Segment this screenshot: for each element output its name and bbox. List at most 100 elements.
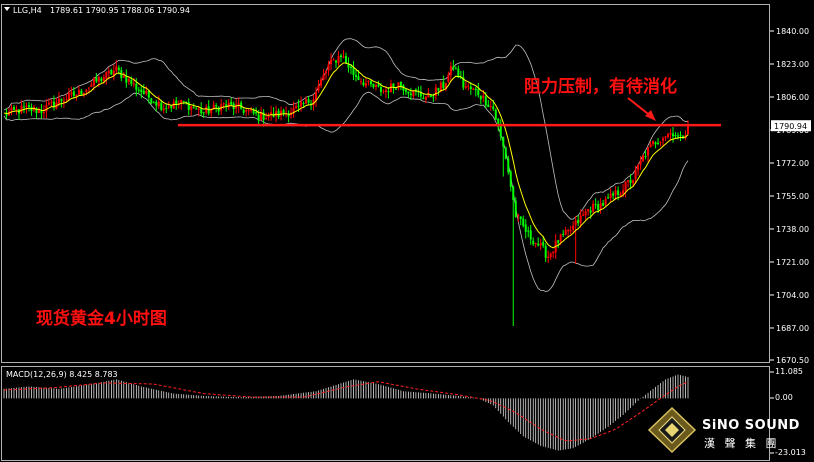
candle [207, 100, 210, 116]
candle [509, 169, 512, 192]
candle [519, 216, 522, 226]
candle [162, 103, 165, 114]
macd-scale-zero: 0.00 [775, 393, 793, 402]
candle [265, 112, 268, 120]
candle [489, 100, 492, 111]
candle [232, 101, 235, 116]
annotation-arrow [627, 97, 656, 121]
candle [412, 90, 415, 99]
price-tick-label: 1704.00 [776, 291, 809, 300]
candle [352, 61, 355, 81]
candle [317, 79, 320, 93]
candle [325, 69, 328, 80]
candle [320, 77, 323, 89]
candle [340, 53, 343, 63]
candle [110, 68, 113, 75]
lower-band [3, 91, 689, 293]
candle [442, 75, 445, 90]
candle [534, 242, 537, 248]
candle [679, 131, 682, 142]
candle [572, 221, 575, 234]
candle [282, 108, 285, 117]
candle [629, 174, 632, 190]
candle [322, 68, 325, 81]
candle [687, 120, 689, 135]
candle [612, 191, 615, 200]
candle [464, 81, 467, 90]
candle [447, 71, 450, 84]
candle [527, 226, 530, 238]
candle [587, 208, 590, 216]
candle [494, 108, 497, 120]
candle [609, 188, 612, 202]
candle [267, 112, 270, 121]
candle [364, 77, 367, 89]
chart-header: LLG,H4 1789.61 1790.95 1788.06 1790.94 [4, 6, 190, 15]
candle [422, 94, 425, 100]
candle [217, 106, 220, 116]
candle [664, 135, 667, 141]
candle [307, 96, 310, 106]
candle [454, 66, 457, 70]
candle [477, 82, 480, 98]
candle [225, 99, 228, 112]
candle [654, 141, 657, 149]
candle [260, 107, 263, 121]
candle [90, 81, 93, 88]
candle [382, 89, 385, 94]
candle [549, 252, 552, 260]
candle [157, 95, 160, 109]
candle [602, 199, 605, 207]
candle [684, 130, 687, 141]
candle [514, 197, 517, 218]
candle [190, 105, 193, 116]
price-tick-label: 1806.00 [776, 93, 809, 102]
candle [557, 239, 560, 249]
candle [27, 101, 30, 112]
candle [389, 79, 392, 93]
candle [652, 140, 655, 147]
candle [80, 88, 83, 96]
candle [227, 99, 230, 111]
candle [7, 107, 10, 117]
candle [287, 110, 290, 123]
candle [619, 191, 622, 197]
candle [200, 102, 203, 117]
candle [659, 141, 662, 147]
candle [252, 107, 255, 116]
candle [479, 95, 482, 105]
candle [562, 229, 565, 238]
candle [472, 87, 475, 91]
candle [462, 70, 465, 91]
macd-plot-frame [1, 366, 770, 461]
macd-scale-top: 11.085 [775, 367, 803, 376]
candle [507, 155, 510, 175]
candle [220, 98, 223, 115]
candle [607, 193, 610, 200]
candle [502, 136, 505, 177]
candle [532, 237, 535, 246]
candle [662, 136, 665, 147]
candle [414, 88, 417, 96]
candle [392, 83, 395, 94]
candle [150, 97, 153, 105]
candle [52, 95, 55, 111]
candle [285, 106, 288, 118]
candle [167, 101, 170, 110]
candle [369, 79, 372, 88]
candle [577, 215, 580, 227]
candle [592, 200, 595, 214]
candle [569, 226, 572, 235]
candle [449, 61, 452, 81]
upper-band [3, 38, 689, 220]
candle [240, 100, 243, 110]
candle [524, 219, 527, 239]
candle [70, 86, 73, 98]
candle [335, 59, 338, 68]
candle [165, 103, 168, 114]
price-tick-label: 1721.00 [776, 258, 809, 267]
price-axis: 1840.001823.001806.001789.001772.001755.… [770, 27, 809, 365]
candle [222, 102, 225, 109]
price-tick-label: 1840.00 [776, 27, 809, 36]
candle [67, 88, 70, 101]
